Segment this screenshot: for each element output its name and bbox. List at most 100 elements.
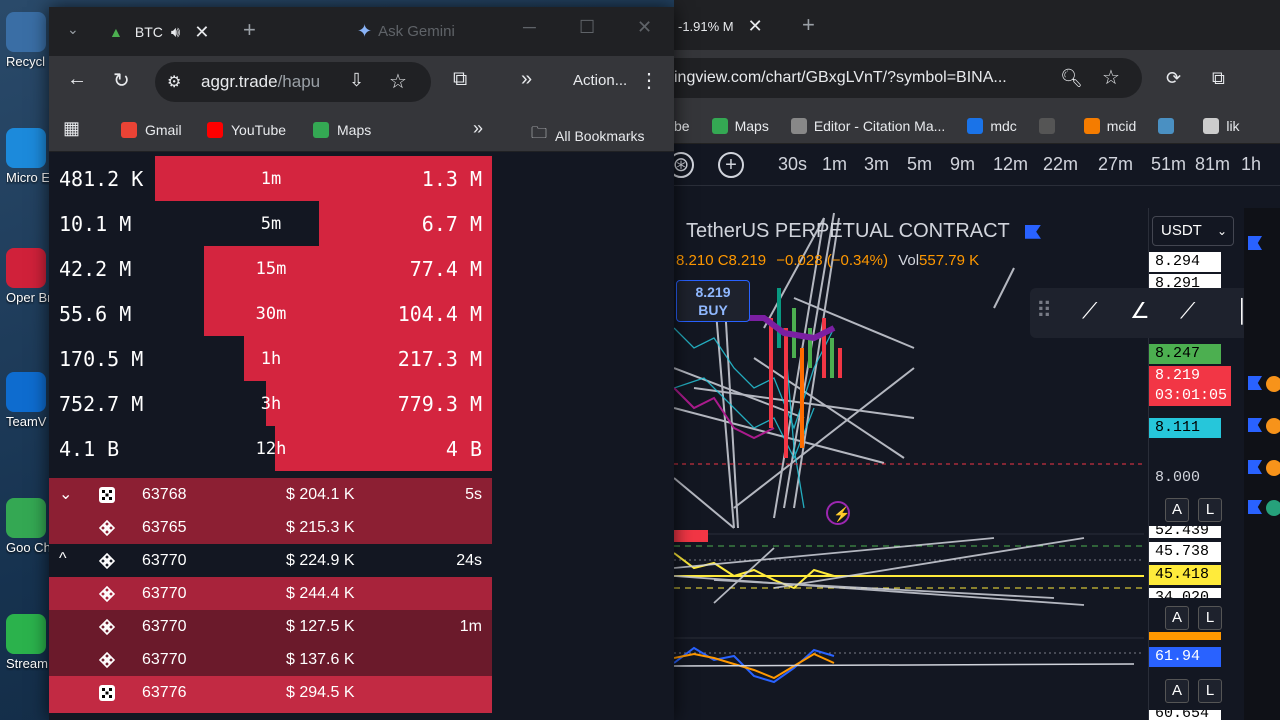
- drag-handle-icon[interactable]: ⠿: [1036, 298, 1052, 324]
- trade-row[interactable]: ⌄ 63768 $ 204.1 K 5s: [49, 478, 492, 511]
- trend-angle-icon[interactable]: ∠: [1130, 298, 1150, 324]
- all-bookmarks-button[interactable]: 🗀 All Bookmarks: [531, 122, 644, 149]
- volume-stat-row: 10.1 M 5m 6.7 M: [49, 201, 492, 246]
- trade-row[interactable]: 63776 $ 294.5 K: [49, 676, 492, 713]
- reload-icon[interactable]: ↻: [113, 68, 130, 93]
- timeframe-button[interactable]: 5m: [907, 154, 932, 175]
- chevron-double-right-icon[interactable]: »: [473, 118, 483, 139]
- desktop-shortcut[interactable]: Oper Brow: [6, 248, 50, 305]
- bookmark-favicon-icon: [1203, 117, 1220, 134]
- bg-tab[interactable]: -1.91% M ✕: [674, 10, 763, 42]
- desktop-shortcut[interactable]: TeamV: [6, 372, 50, 429]
- chevron-down-icon[interactable]: ⌄: [59, 484, 72, 504]
- timeframe-button[interactable]: 3m: [864, 154, 889, 175]
- trade-row[interactable]: 63770 $ 137.6 K: [49, 643, 492, 676]
- timeframe-button[interactable]: 27m: [1098, 154, 1133, 175]
- binance-exchange-icon: [98, 519, 116, 537]
- timeframe-button[interactable]: 1h: [1241, 154, 1261, 175]
- maximize-icon[interactable]: ☐: [579, 17, 595, 38]
- current-price-label: 8.219 03:01:05: [1149, 366, 1231, 406]
- bookmark-item[interactable]: lik: [1203, 117, 1240, 134]
- fg-url-field[interactable]: ⚙ aggr.trade/hapu ⇩ ☆: [155, 62, 431, 102]
- desktop-shortcut[interactable]: Micro Edg: [6, 128, 50, 185]
- log-scale-button[interactable]: L: [1198, 679, 1222, 703]
- watchlist-flag-icon[interactable]: [1248, 460, 1262, 474]
- watchlist-flag-icon[interactable]: [1248, 236, 1262, 250]
- new-tab-icon[interactable]: +: [243, 17, 256, 43]
- ray-icon[interactable]: ⟋: [1180, 298, 1195, 324]
- bookmark-item[interactable]: be: [674, 118, 690, 134]
- alert-button[interactable]: A: [1165, 498, 1189, 522]
- chevron-up-icon[interactable]: ^: [59, 550, 67, 568]
- close-window-icon[interactable]: ✕: [637, 17, 652, 38]
- aggr-browser-window: ⌄ ▲ BTC 🔊︎ ✕ + ✦ Ask Gemini ─ ☐ ✕ ← ↻ ⚙ …: [49, 7, 674, 720]
- gemini-label: Ask Gemini: [378, 23, 455, 40]
- ohlc-close: C8.219: [717, 252, 767, 269]
- bookmark-item[interactable]: mcid: [1083, 117, 1136, 134]
- desktop-shortcut[interactable]: Recycl: [6, 12, 50, 69]
- log-scale-button[interactable]: L: [1198, 606, 1222, 630]
- bookmark-item[interactable]: YouTube: [207, 122, 286, 138]
- sync-icon[interactable]: ⟳: [1166, 68, 1181, 89]
- tv-chart[interactable]: ⚡ TetherUS PERPETUAL CONTRACT 8.210 C8.2…: [674, 208, 1280, 720]
- install-app-icon[interactable]: ⇩: [349, 70, 364, 91]
- bg-url-field[interactable]: ingview.com/chart/GBxgLVnT/?symbol=BINA.…: [674, 58, 1142, 98]
- buy-button[interactable]: 8.219 BUY: [676, 280, 750, 322]
- kebab-menu-icon[interactable]: ⋮: [639, 68, 659, 93]
- timeframe-button[interactable]: 22m: [1043, 154, 1078, 175]
- tab-search-icon[interactable]: ⌄: [67, 21, 79, 38]
- timeframe-button[interactable]: 81m: [1195, 154, 1230, 175]
- back-icon[interactable]: ←: [67, 68, 87, 91]
- trend-line-icon[interactable]: ⟋: [1082, 298, 1097, 324]
- trade-row[interactable]: ^ 63770 $ 224.9 K 24s: [49, 544, 492, 577]
- extensions-icon[interactable]: ⧉: [453, 68, 467, 91]
- bookmark-item[interactable]: [1158, 117, 1181, 134]
- bookmark-star-icon[interactable]: ☆: [389, 69, 407, 94]
- timeframe-button[interactable]: 30s: [778, 154, 807, 175]
- trade-row[interactable]: 63765 $ 215.3 K: [49, 511, 492, 544]
- minimize-icon[interactable]: ─: [523, 17, 536, 38]
- close-tab-icon[interactable]: ✕: [194, 22, 209, 43]
- site-info-icon[interactable]: ⚙: [167, 72, 181, 92]
- zoom-icon[interactable]: 🔍︎: [1060, 58, 1083, 98]
- trade-price: 63770: [142, 552, 187, 569]
- okx-exchange-icon: [99, 685, 115, 701]
- timeframe-button[interactable]: 9m: [950, 154, 975, 175]
- desktop-shortcut[interactable]: Goo Chro: [6, 498, 50, 555]
- apps-grid-icon[interactable]: ▦: [63, 118, 80, 139]
- bookmark-item[interactable]: Maps: [711, 117, 769, 134]
- bookmark-item[interactable]: Maps: [313, 122, 371, 138]
- add-indicator-icon[interactable]: +: [718, 152, 744, 178]
- alert-button[interactable]: A: [1165, 679, 1189, 703]
- watchlist-flag-icon[interactable]: [1248, 376, 1262, 390]
- close-tab-icon[interactable]: ✕: [748, 16, 763, 37]
- bookmark-item[interactable]: Gmail: [121, 122, 182, 138]
- timeframe-button[interactable]: 1m: [822, 154, 847, 175]
- currency-select[interactable]: USDT ⌄: [1152, 216, 1234, 246]
- symbol-title[interactable]: TetherUS PERPETUAL CONTRACT: [686, 220, 1041, 243]
- bookmark-item[interactable]: [1038, 117, 1062, 134]
- fg-tab[interactable]: ▲ BTC 🔊︎ ✕: [109, 17, 209, 47]
- alert-button[interactable]: A: [1165, 606, 1189, 630]
- extensions-icon[interactable]: ⧉: [1212, 68, 1225, 89]
- tv-timeframe-toolbar: ⊛ + 30s 1m 3m 5m 9m 12m 22m 27m 51m 81m 1h: [668, 144, 1280, 186]
- bookmark-star-icon[interactable]: ☆: [1102, 58, 1120, 98]
- watchlist-flag-icon[interactable]: [1248, 500, 1262, 514]
- volume-stat-row: 42.2 M 15m 77.4 M: [49, 246, 492, 291]
- timeframe-button[interactable]: 12m: [993, 154, 1028, 175]
- watchlist-flag-icon[interactable]: [1248, 418, 1262, 432]
- price-axis[interactable]: 8.294 8.291 8.247 8.219 03:01:05 8.111 8…: [1148, 208, 1234, 720]
- chevron-double-right-icon[interactable]: »: [521, 68, 532, 91]
- new-tab-icon[interactable]: +: [802, 12, 815, 38]
- log-scale-button[interactable]: L: [1198, 498, 1222, 522]
- timeframe-button[interactable]: 51m: [1151, 154, 1186, 175]
- trade-row[interactable]: 63770 $ 244.4 K: [49, 577, 492, 610]
- extension-action-label[interactable]: Action...: [573, 72, 627, 89]
- trade-row[interactable]: 63770 $ 127.5 K 1m: [49, 610, 492, 643]
- desktop-shortcut[interactable]: Stream: [6, 614, 50, 671]
- bookmark-item[interactable]: Editor - Citation Ma...: [790, 117, 945, 134]
- flag-icon[interactable]: [1024, 224, 1041, 239]
- gemini-button[interactable]: ✦ Ask Gemini: [357, 21, 455, 42]
- speaker-icon[interactable]: 🔊︎: [171, 24, 180, 41]
- bookmark-item[interactable]: mdc: [967, 117, 1017, 134]
